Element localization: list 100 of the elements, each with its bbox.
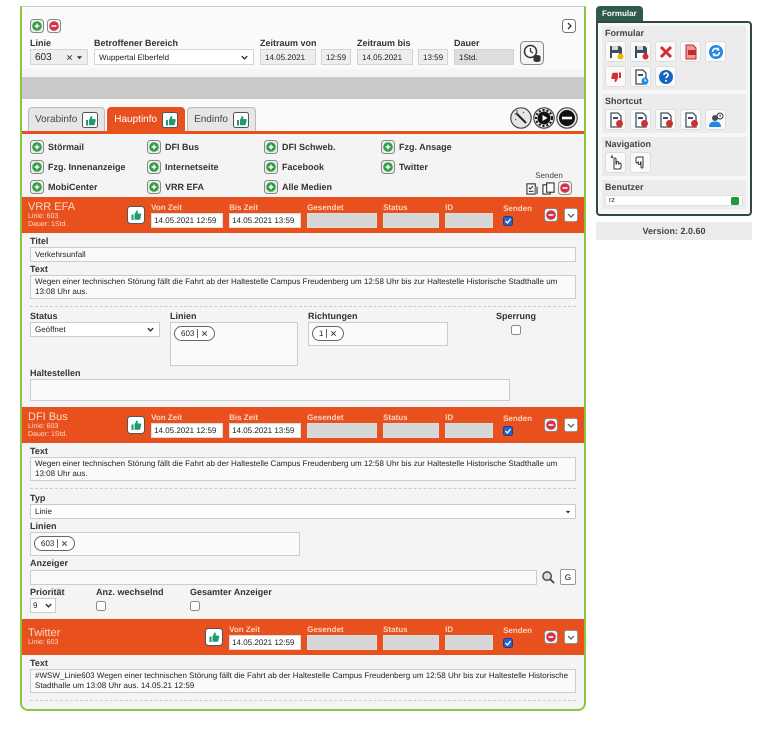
clock-database-button[interactable] <box>520 41 544 65</box>
add-channel-button[interactable]: Fzg. Innenanzeige <box>30 159 147 175</box>
tag-chip[interactable]: 603 <box>174 326 216 341</box>
help-icon[interactable] <box>655 66 676 87</box>
document-badge-icon[interactable] <box>630 109 651 130</box>
tag-chip[interactable]: 603 <box>34 536 76 551</box>
add-channel-button[interactable]: Alle Medien <box>264 179 381 195</box>
add-channel-button[interactable]: VRR EFA <box>147 179 264 195</box>
plus-icon <box>30 140 44 154</box>
readonly-field <box>383 634 440 650</box>
add-channel-button[interactable]: Facebook <box>264 159 381 175</box>
tag-field[interactable]: 1 <box>308 322 448 346</box>
datetime-field[interactable]: 14.05.2021 12:59 <box>151 212 224 228</box>
tab[interactable]: Endinfo <box>187 107 256 131</box>
stop-button[interactable] <box>556 107 578 129</box>
thumbs-up-button[interactable] <box>127 206 146 224</box>
add-channel-button[interactable]: DFI Bus <box>147 139 264 155</box>
collapse-button[interactable] <box>564 208 578 222</box>
add-channel-button[interactable]: Fzg. Ansage <box>381 139 498 155</box>
g-button[interactable]: G <box>560 569 576 585</box>
remove-button[interactable] <box>47 19 61 33</box>
readonly-field <box>445 634 494 650</box>
checklist-icon[interactable] <box>526 182 539 194</box>
copy-icon[interactable] <box>542 182 555 194</box>
field-label: Senden <box>503 204 532 213</box>
document-icon[interactable] <box>680 41 701 62</box>
time-field[interactable]: 12:59 <box>321 49 351 65</box>
close-icon[interactable] <box>655 41 676 62</box>
tab[interactable]: Vorabinfo <box>28 107 106 131</box>
add-channel-button[interactable]: Internetseite <box>147 159 264 175</box>
checkbox[interactable] <box>510 325 521 335</box>
hand-pointer-icon[interactable] <box>630 152 651 173</box>
field-label: Senden <box>503 626 532 635</box>
panel-tab[interactable]: Formular <box>596 6 643 21</box>
text-area[interactable]: Wegen einer technischen Störung fällt die Fahrt ab der Haltestelle Campus Freudenberg um 12:58 Uhr bis zur Haltestelle Historische Stadthalle um 13:08 Uhr aus. <box>30 457 576 481</box>
add-channel-button[interactable]: MobiCenter <box>30 179 147 195</box>
tag-chip[interactable]: 1 <box>312 326 344 341</box>
magic-wand-button[interactable] <box>510 107 532 129</box>
dropdown[interactable]: Linie <box>30 504 576 519</box>
remove-button[interactable] <box>544 418 558 432</box>
text-field[interactable] <box>30 570 537 584</box>
tab[interactable]: Hauptinfo <box>107 107 186 131</box>
readonly-field <box>383 212 440 228</box>
field-label: Von Zeit <box>151 202 184 212</box>
checkbox[interactable] <box>503 426 514 436</box>
checkbox[interactable] <box>503 216 514 226</box>
collapse-button[interactable] <box>564 418 578 432</box>
thumbs-up-button[interactable] <box>127 416 146 434</box>
text-area[interactable]: Wegen einer technischen Störung fällt die Fahrt ab der Haltestelle Campus Freudenberg um 12:58 Uhr bis zur Haltestelle Historische Stadthalle um 13:08 Uhr aus. <box>30 275 576 299</box>
remove-button[interactable] <box>544 630 558 644</box>
line-select[interactable]: 603 <box>30 49 88 65</box>
date-field[interactable]: 14.05.2021 <box>357 49 413 65</box>
gear-play-button[interactable] <box>533 107 555 129</box>
field-label: Gesendet <box>307 202 345 212</box>
datetime-field[interactable]: 14.05.2021 12:59 <box>229 634 302 650</box>
add-channel-button[interactable]: DFI Schweb. <box>264 139 381 155</box>
tag-field[interactable]: 603 <box>170 322 298 366</box>
text-field[interactable]: Verkehrsunfall <box>30 247 576 262</box>
checkbox[interactable] <box>503 638 514 648</box>
add-channel-button[interactable]: Störmail <box>30 139 147 155</box>
field-label: Text <box>30 658 49 668</box>
collapse-button[interactable] <box>564 630 578 644</box>
document-badge-icon[interactable] <box>655 109 676 130</box>
refresh-icon[interactable] <box>705 41 726 62</box>
hand-pointer-icon[interactable] <box>605 152 626 173</box>
remove-button[interactable] <box>544 208 558 222</box>
time-field[interactable]: 13:59 <box>418 49 448 65</box>
document-badge-icon[interactable] <box>605 109 626 130</box>
dropdown[interactable]: 9 <box>30 598 56 613</box>
checkbox[interactable] <box>96 601 106 611</box>
field-label: Priorität <box>30 587 66 597</box>
document-clock-icon[interactable] <box>630 66 651 87</box>
clear-icon <box>330 330 338 337</box>
thumbs-down-icon[interactable] <box>605 66 626 87</box>
user-clock-icon[interactable] <box>705 109 726 130</box>
field-label: Gesendet <box>307 412 345 422</box>
thumbs-up-button[interactable] <box>205 628 224 646</box>
checkbox[interactable] <box>190 601 200 611</box>
datetime-field[interactable]: 14.05.2021 12:59 <box>151 422 224 438</box>
plus-icon <box>381 140 395 154</box>
datetime-field[interactable]: 14.05.2021 13:59 <box>229 422 302 438</box>
search-button[interactable] <box>541 570 556 584</box>
section-title: DFI Bus <box>28 411 69 423</box>
datetime-field[interactable]: 14.05.2021 13:59 <box>229 212 302 228</box>
field-label: Sperrung <box>496 311 536 321</box>
tag-field[interactable]: 603 <box>30 532 300 556</box>
date-field[interactable]: 14.05.2021 <box>260 49 316 65</box>
area-select[interactable]: Wuppertal Elberfeld <box>94 49 254 65</box>
clear-icon <box>201 330 208 337</box>
field-label: ID <box>445 624 454 634</box>
add-button[interactable] <box>30 19 44 33</box>
dropdown[interactable]: Geöffnet <box>30 322 160 337</box>
document-badge-icon[interactable] <box>680 109 701 130</box>
text-area[interactable]: #WSW_Linie603 Wegen einer technischen Störung fällt die Fahrt ab der Haltestelle Campus Freudenberg um 12:58 Uhr bis zur Haltestelle Historische Stadthalle um 13:08 Uhr aus. 14.05.21 12:59 <box>30 669 576 693</box>
add-channel-button[interactable]: Twitter <box>381 159 498 175</box>
readonly-field <box>445 422 494 438</box>
text-field[interactable] <box>30 379 510 401</box>
field-label: Dauer <box>454 38 481 48</box>
remove-button[interactable] <box>558 181 572 195</box>
next-button[interactable] <box>562 19 576 33</box>
